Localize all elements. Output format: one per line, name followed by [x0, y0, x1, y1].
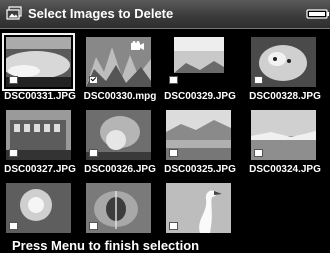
- image-thumbnail[interactable]: [6, 110, 71, 160]
- movie-icon: [131, 41, 144, 50]
- image-thumbnail[interactable]: [86, 110, 151, 160]
- image-filename: DSC00327.JPG: [4, 164, 76, 175]
- selection-checkbox[interactable]: [89, 149, 98, 157]
- image-thumbnail[interactable]: [251, 37, 316, 87]
- image-filename: DSC00331.JPG: [4, 91, 76, 102]
- selection-checkbox[interactable]: [169, 222, 178, 230]
- image-thumbnail[interactable]: [2, 33, 75, 91]
- image-thumbnail[interactable]: [6, 183, 71, 233]
- selection-checkbox[interactable]: [254, 149, 263, 157]
- image-filename: DSC00330.mpg: [83, 91, 157, 102]
- instruction-text: Press Menu to finish selection: [12, 238, 200, 253]
- selection-checkbox[interactable]: [9, 149, 18, 157]
- selection-checkbox[interactable]: [169, 76, 178, 84]
- image-filename: DSC00324.JPG: [249, 164, 321, 175]
- image-thumbnail[interactable]: [86, 183, 151, 233]
- selection-checkbox[interactable]: [89, 222, 98, 230]
- selection-checkbox[interactable]: [254, 76, 263, 84]
- battery-icon: [306, 9, 329, 19]
- image-thumbnail[interactable]: [166, 37, 231, 87]
- image-thumbnail[interactable]: [166, 183, 231, 233]
- page-title: Select Images to Delete: [28, 6, 174, 21]
- selection-checkbox-checked[interactable]: [89, 76, 98, 84]
- selection-checkbox[interactable]: [9, 76, 18, 84]
- image-filename: DSC00326.JPG: [84, 164, 156, 175]
- title-bar: Select Images to Delete: [0, 0, 330, 29]
- image-thumbnail[interactable]: [86, 37, 151, 87]
- selection-checkbox[interactable]: [9, 222, 18, 230]
- image-thumbnail[interactable]: [166, 110, 231, 160]
- image-filename: DSC00325.JPG: [164, 164, 236, 175]
- folder-images-icon: [6, 6, 22, 20]
- selection-checkbox[interactable]: [169, 149, 178, 157]
- image-thumbnail[interactable]: [251, 110, 316, 160]
- image-filename: DSC00329.JPG: [164, 91, 236, 102]
- image-filename: DSC00328.JPG: [249, 91, 321, 102]
